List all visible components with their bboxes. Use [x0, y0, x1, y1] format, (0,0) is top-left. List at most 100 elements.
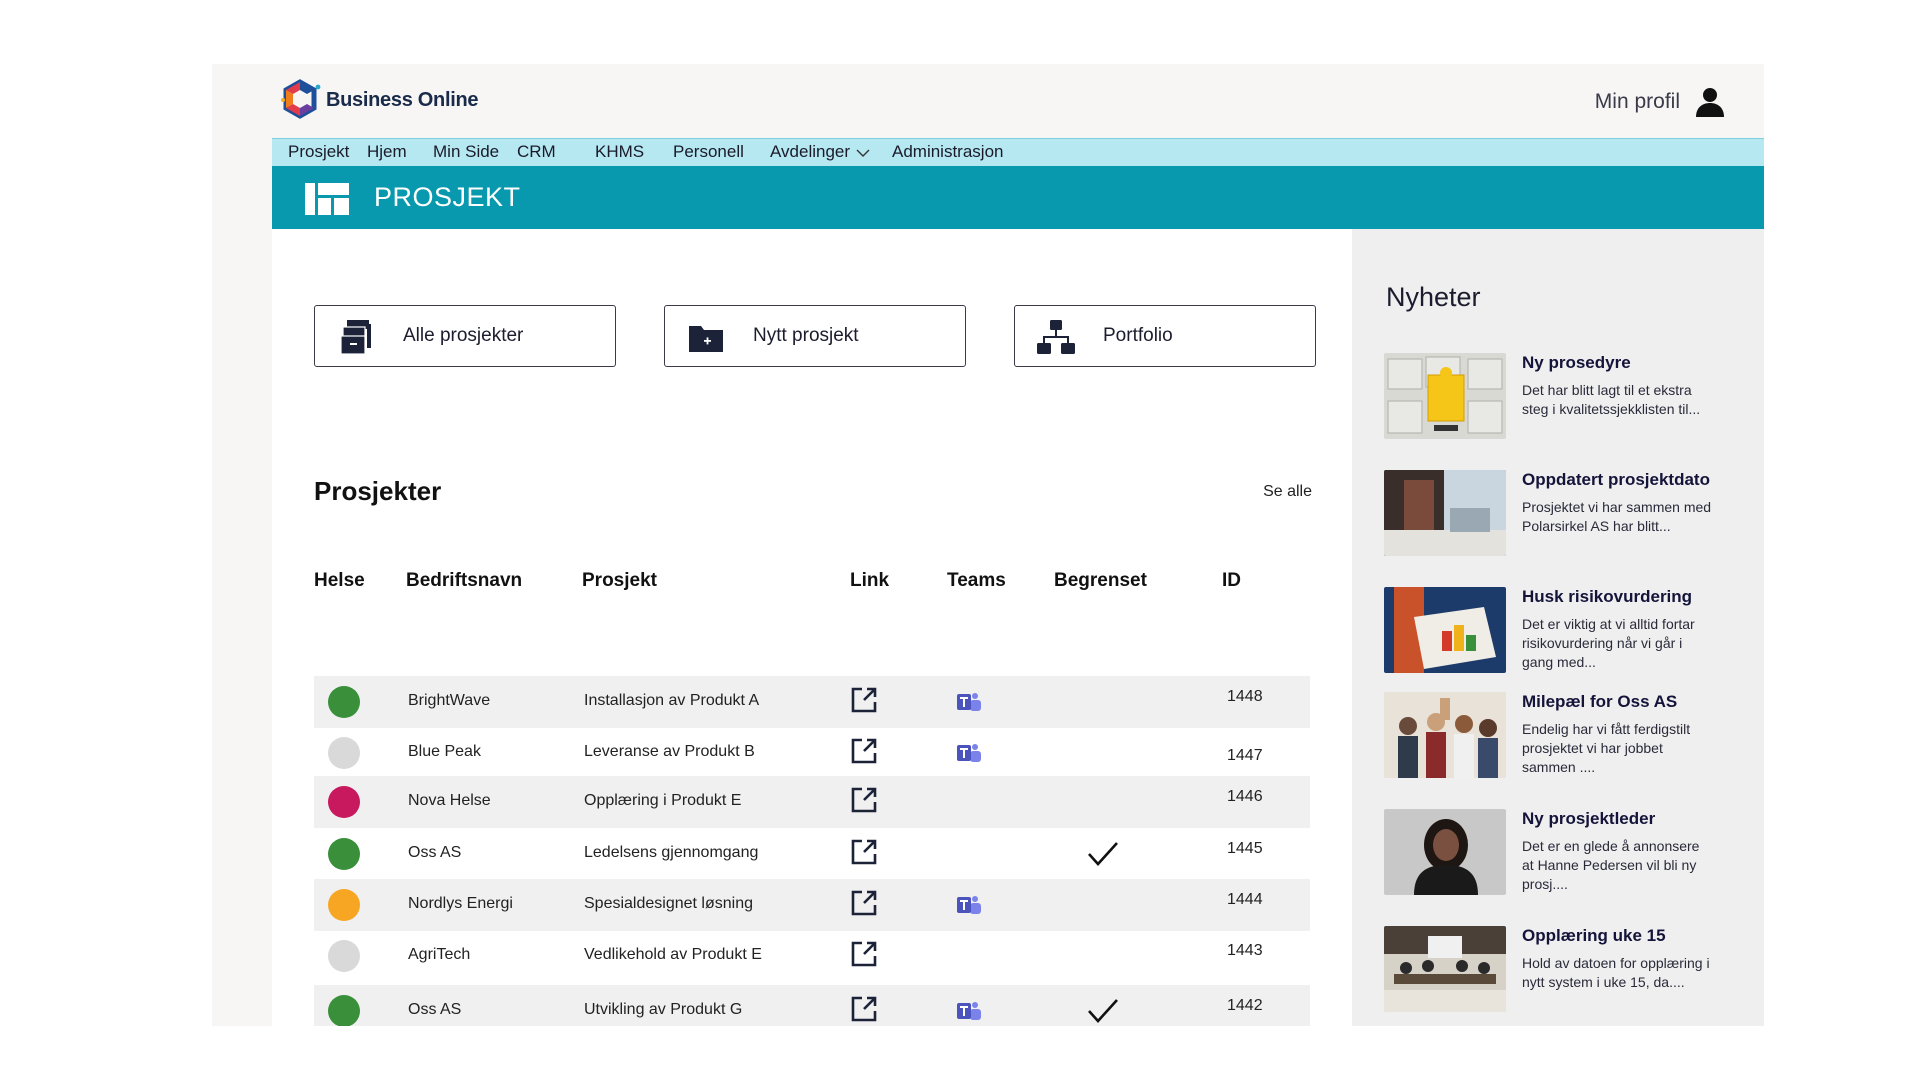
column-header-bedriftsnavn: Bedriftsnavn [406, 570, 523, 591]
hierarchy-icon [1037, 320, 1075, 354]
health-status-dot [328, 838, 360, 870]
user-icon [1696, 88, 1724, 117]
table-row[interactable]: Blue Peak Leveranse av Produkt B 1447 [314, 727, 1310, 779]
app-name: Business Online [326, 88, 479, 111]
news-item-title: Milepæl for Oss AS [1522, 692, 1678, 711]
project-name: Installasjon av Produkt A [584, 692, 760, 709]
new-project-label: Nytt prosjekt [753, 325, 859, 346]
menu-item-personell[interactable]: Personell [673, 142, 744, 162]
business-online-logo-icon [281, 79, 321, 119]
news-item-text: Det har blitt lagt til et ekstra steg i … [1522, 382, 1701, 417]
training-room-thumbnail [1384, 926, 1506, 1012]
news-item-title: Ny prosedyre [1522, 353, 1631, 372]
menu-item-prosjekt[interactable]: Prosjekt [288, 142, 349, 162]
menu-item-hjem[interactable]: Hjem [367, 142, 407, 162]
page-banner: PROSJEKT [272, 166, 1764, 229]
news-item[interactable]: Ny prosedyre Det har blitt lagt til et e… [1384, 353, 1754, 441]
external-link-icon[interactable] [850, 889, 878, 917]
news-item-title: Husk risikovurdering [1522, 587, 1693, 606]
news-item[interactable]: Oppdatert prosjektdato Prosjektet vi har… [1384, 470, 1754, 558]
portrait-thumbnail [1384, 809, 1506, 895]
profile-menu[interactable]: Min profil [1595, 86, 1726, 118]
portfolio-button[interactable]: Portfolio [1014, 305, 1316, 367]
table-row[interactable]: Oss AS Ledelsens gjennomgang 1445 [314, 828, 1310, 880]
table-row[interactable]: Nordlys Energi Spesialdesignet løsning 144… [314, 879, 1310, 931]
project-id: 1443 [1227, 942, 1263, 959]
news-panel: Nyheter Ny prosedyre Det har blitt lagt … [1352, 229, 1764, 1026]
teams-icon[interactable] [956, 999, 982, 1023]
project-id: 1446 [1227, 788, 1263, 805]
teams-icon[interactable] [956, 690, 982, 714]
company-name: BrightWave [408, 692, 491, 709]
project-name: Utvikling av Produkt G [584, 1001, 743, 1018]
table-row[interactable]: Nova Helse Opplæring i Produkt E 1446 [314, 776, 1310, 828]
news-item-text: Endelig har vi fått ferdigstilt prosjekt… [1522, 721, 1691, 775]
all-projects-button[interactable]: Alle prosjekter [314, 305, 616, 367]
profile-label: Min profil [1594, 90, 1680, 113]
news-item-text: Det er en glede å annonsere at Hanne Ped… [1522, 838, 1700, 892]
news-item[interactable]: Milepæl for Oss AS Endelig har vi fått f… [1384, 692, 1754, 780]
company-name: Oss AS [408, 1001, 462, 1018]
project-name: Leveranse av Produkt B [584, 743, 755, 760]
team-celebration-thumbnail [1384, 692, 1506, 778]
new-folder-icon [689, 326, 723, 352]
project-name: Vedlikehold av Produkt E [584, 946, 762, 963]
company-name: Blue Peak [408, 743, 481, 760]
projects-heading: Prosjekter [314, 476, 442, 506]
checkmark-icon [1088, 999, 1118, 1023]
app-logo[interactable]: Business Online [278, 78, 479, 122]
table-row[interactable]: Oss AS Utvikling av Produkt G 1442 [314, 985, 1310, 1026]
puzzle-thumbnail [1384, 353, 1506, 439]
company-name: Oss AS [408, 844, 462, 861]
health-status-dot [328, 940, 360, 972]
menu-item-avdelinger-label: Avdelinger [770, 142, 851, 161]
company-name: Nova Helse [408, 792, 491, 809]
news-item-title: Oppdatert prosjektdato [1522, 470, 1710, 489]
teams-icon[interactable] [956, 741, 982, 765]
column-header-link: Link [850, 570, 890, 591]
health-status-dot [328, 995, 360, 1026]
external-link-icon[interactable] [850, 786, 878, 814]
table-row[interactable]: BrightWave Installasjon av Produkt A 1448 [314, 676, 1310, 728]
see-all-link[interactable]: Se alle [1263, 483, 1312, 501]
project-id: 1444 [1227, 891, 1263, 908]
news-item-text: Det er viktig at vi alltid fortar risiko… [1522, 616, 1695, 670]
external-link-icon[interactable] [850, 737, 878, 765]
top-header: Business Online Min profil [212, 64, 1764, 138]
menu-item-min-side[interactable]: Min Side [433, 142, 499, 162]
news-item-text: Prosjektet vi har sammen med Polarsirkel… [1522, 499, 1712, 534]
chevron-down-icon [856, 149, 870, 157]
health-status-dot [328, 786, 360, 818]
meeting-thumbnail [1384, 470, 1506, 556]
news-item[interactable]: Husk risikovurdering Det er viktig at vi… [1384, 587, 1754, 675]
new-project-button[interactable]: Nytt prosjekt [664, 305, 966, 367]
app-frame: Business Online Min profil Prosjekt Hjem… [212, 64, 1764, 1026]
column-header-id: ID [1222, 570, 1241, 591]
main-menu: Prosjekt Hjem Min Side CRM KHMS Personel… [272, 138, 1764, 166]
menu-item-crm[interactable]: CRM [517, 142, 556, 162]
external-link-icon[interactable] [850, 940, 878, 968]
news-item-title: Opplæring uke 15 [1522, 926, 1666, 945]
menu-item-administrasjon[interactable]: Administrasjon [892, 142, 1004, 162]
menu-item-khms[interactable]: KHMS [595, 142, 644, 162]
risk-chart-thumbnail [1384, 587, 1506, 673]
project-name: Ledelsens gjennomgang [584, 844, 759, 861]
teams-icon[interactable] [956, 893, 982, 917]
column-header-teams: Teams [947, 570, 1006, 591]
external-link-icon[interactable] [850, 838, 878, 866]
project-name: Opplæring i Produkt E [584, 792, 742, 809]
page-title: PROSJEKT [374, 182, 521, 212]
health-status-dot [328, 686, 360, 718]
external-link-icon[interactable] [850, 995, 878, 1023]
news-heading: Nyheter [1386, 282, 1481, 312]
menu-item-avdelinger[interactable]: Avdelinger [770, 142, 870, 162]
project-id: 1442 [1227, 997, 1263, 1014]
health-status-dot [328, 889, 360, 921]
dashboard-layout-icon [305, 183, 349, 215]
archive-boxes-icon [340, 320, 371, 355]
news-item[interactable]: Opplæring uke 15 Hold av datoen for oppl… [1384, 926, 1754, 1014]
external-link-icon[interactable] [850, 686, 878, 714]
table-row[interactable]: AgriTech Vedlikehold av Produkt E 1443 [314, 930, 1310, 982]
project-id: 1445 [1227, 840, 1263, 857]
news-item[interactable]: Ny prosjektleder Det er en glede å annon… [1384, 809, 1754, 897]
